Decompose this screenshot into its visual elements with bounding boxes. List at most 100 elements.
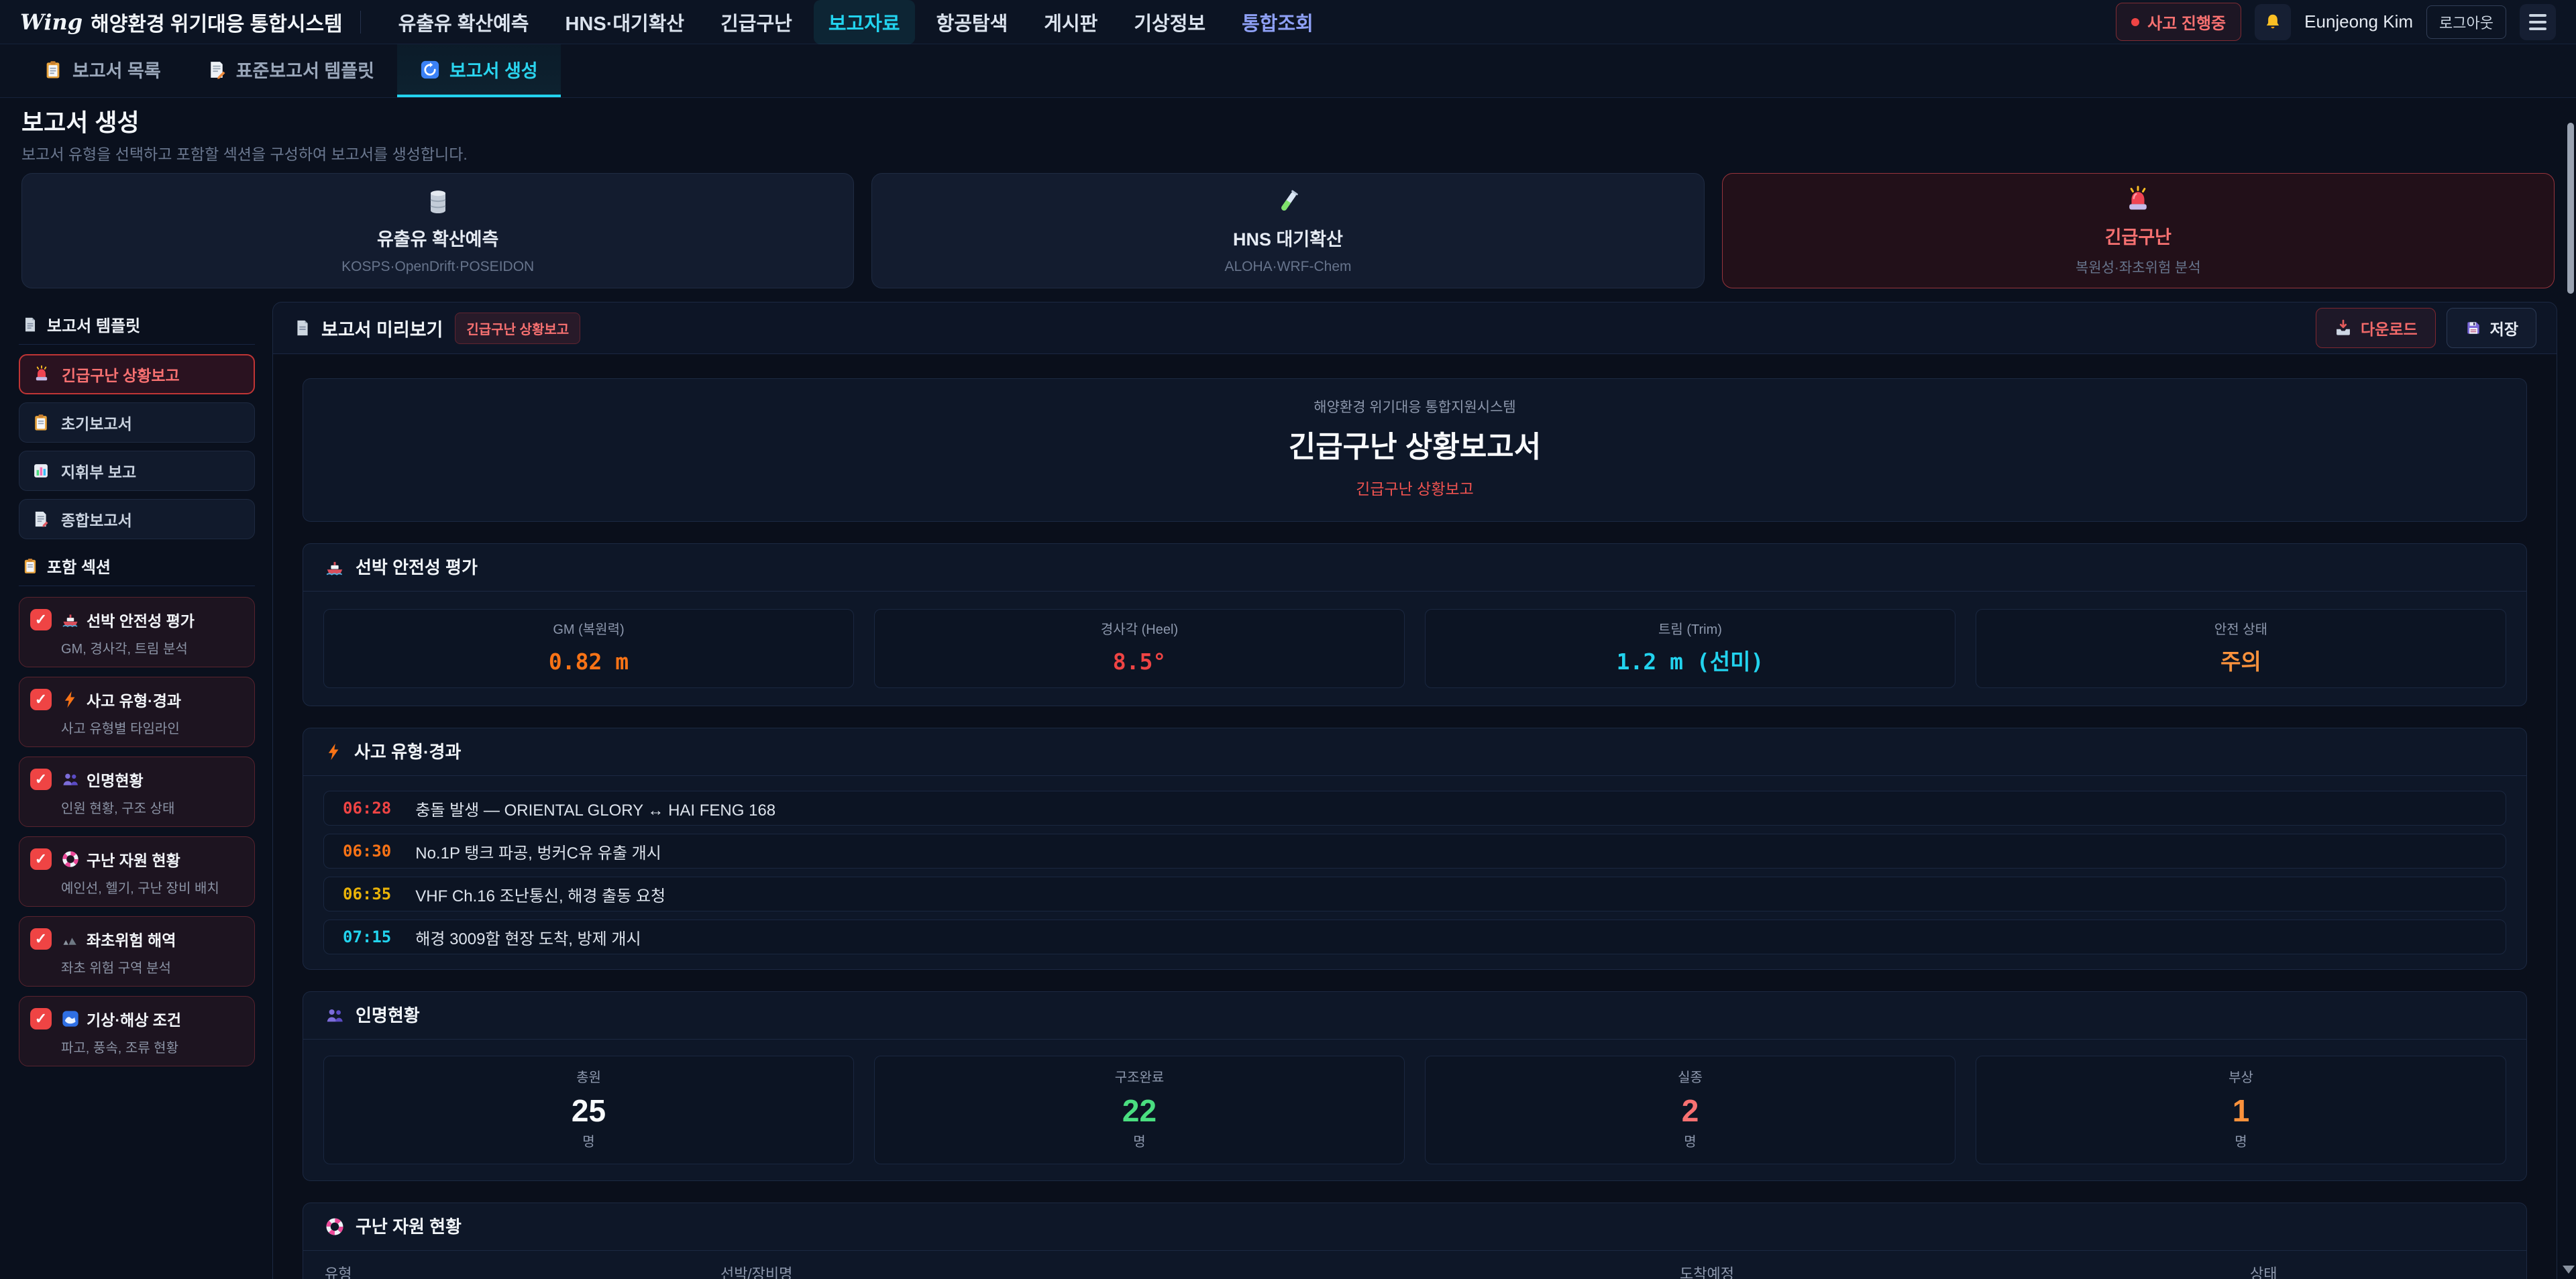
- scrollbar-thumb[interactable]: [2567, 123, 2574, 294]
- section-item-title: 기상·해상 조건: [87, 1007, 181, 1030]
- checkbox-checked[interactable]: ✓: [30, 848, 52, 870]
- tab-label: 보고서 목록: [72, 56, 161, 82]
- notifications-button[interactable]: [2255, 4, 2291, 40]
- type-card-subtitle: KOSPS·OpenDrift·POSEIDON: [341, 259, 534, 275]
- stat-label: 구조완료: [875, 1070, 1404, 1086]
- nav-item-reports[interactable]: 보고자료: [814, 0, 915, 44]
- casualty-missing: 실종 2 명: [1425, 1056, 1955, 1164]
- stat-unit: 명: [1976, 1134, 2506, 1150]
- nav-item-board[interactable]: 게시판: [1029, 0, 1112, 44]
- section-item-incident-timeline[interactable]: ✓ 사고 유형·경과 사고 유형별 타임라인: [19, 677, 255, 747]
- type-card-subtitle: ALOHA·WRF-Chem: [1224, 259, 1351, 275]
- tab-report-generate[interactable]: 보고서 생성: [397, 44, 561, 97]
- section-title: 인명현황: [356, 1005, 420, 1025]
- page-header: 보고서 생성 보고서 유형을 선택하고 포함할 섹션을 구성하여 보고서를 생성…: [0, 98, 2576, 173]
- lightning-icon: [61, 690, 80, 709]
- template-item-comprehensive-report[interactable]: 종합보고서: [19, 499, 255, 539]
- nav-item-oil-spill[interactable]: 유출유 확산예측: [384, 0, 544, 44]
- checkbox-checked[interactable]: ✓: [30, 689, 52, 710]
- section-casualties: 인명현황 총원 25 명 구조완료 22 명: [303, 991, 2527, 1181]
- stat-value: 1.2 m (선미): [1426, 649, 1955, 675]
- checkbox-checked[interactable]: ✓: [30, 769, 52, 790]
- tab-report-list[interactable]: 보고서 목록: [20, 44, 184, 97]
- section-item-desc: 파고, 풍속, 조류 현황: [61, 1037, 244, 1056]
- nav-item-weather[interactable]: 기상정보: [1119, 0, 1220, 44]
- app-logo: Wing 해양환경 위기대응 통합시스템: [20, 7, 343, 37]
- type-card-rescue[interactable]: 긴급구난 복원성·좌초위험 분석: [1722, 173, 2555, 288]
- stat-value: 8.5°: [875, 649, 1404, 675]
- bell-icon: [2263, 12, 2283, 32]
- lifebuoy-icon: [61, 850, 80, 869]
- timeline-event: 06:28 충돌 발생 — ORIENTAL GLORY ↔ HAI FENG …: [323, 791, 2506, 826]
- menu-button[interactable]: [2520, 4, 2556, 40]
- timeline-time: 06:35: [343, 885, 391, 903]
- type-card-hns[interactable]: HNS 대기확산 ALOHA·WRF-Chem: [871, 173, 1704, 288]
- stat-label: 부상: [1976, 1070, 2506, 1086]
- stat-label: 실종: [1426, 1070, 1955, 1086]
- siren-icon: [2123, 185, 2153, 215]
- stat-label: GM (복원력): [324, 622, 853, 638]
- incident-status-label: 사고 진행중: [2147, 10, 2226, 34]
- timeline-time: 06:30: [343, 842, 391, 860]
- section-incident-timeline: 사고 유형·경과 06:28 충돌 발생 — ORIENTAL GLORY ↔ …: [303, 728, 2527, 970]
- save-button[interactable]: 저장: [2447, 308, 2536, 348]
- stat-value: 0.82 m: [324, 649, 853, 675]
- incident-status-badge: 사고 진행중: [2116, 3, 2241, 41]
- resources-table: 유형 선박/장비명 도착예정 상태: [303, 1251, 2526, 1279]
- preview-type-badge: 긴급구난 상황보고: [455, 313, 580, 344]
- document-subtitle: 긴급구난 상황보고: [303, 480, 2526, 498]
- section-item-title: 구난 자원 현황: [87, 848, 180, 871]
- document-org: 해양환경 위기대응 통합지원시스템: [303, 399, 2526, 416]
- section-item-vessel-safety[interactable]: ✓ 선박 안전성 평가 GM, 경사각, 트림 분석: [19, 597, 255, 667]
- ship-icon: [325, 557, 345, 577]
- people-icon: [325, 1005, 345, 1025]
- logout-button[interactable]: 로그아웃: [2426, 5, 2506, 39]
- app-title: 해양환경 위기대응 통합시스템: [91, 7, 342, 37]
- resources-table-header: 유형 선박/장비명 도착예정 상태: [325, 1266, 2505, 1279]
- type-card-oil-spill[interactable]: 유출유 확산예측 KOSPS·OpenDrift·POSEIDON: [21, 173, 854, 288]
- lifebuoy-icon: [325, 1217, 345, 1237]
- section-title: 선박 안전성 평가: [356, 557, 478, 577]
- checkbox-checked[interactable]: ✓: [30, 1008, 52, 1030]
- save-floppy-icon: [2465, 319, 2482, 337]
- clipboard-icon: [43, 60, 63, 80]
- checkbox-checked[interactable]: ✓: [30, 928, 52, 950]
- sidebar: 보고서 템플릿 긴급구난 상황보고 초기보고서: [19, 302, 255, 1076]
- template-item-initial-report[interactable]: 초기보고서: [19, 402, 255, 443]
- template-item-emergency-report[interactable]: 긴급구난 상황보고: [19, 354, 255, 394]
- oil-drum-icon: [423, 187, 453, 217]
- preview-actions: 다운로드 저장: [2316, 308, 2536, 348]
- section-item-rescue-resources[interactable]: ✓ 구난 자원 현황 예인선, 헬기, 구난 장비 배치: [19, 836, 255, 907]
- save-label: 저장: [2490, 317, 2518, 339]
- timeline-event: 07:15 해경 3009함 현장 도착, 방제 개시: [323, 920, 2506, 954]
- section-item-grounding-risk[interactable]: ✓ 좌초위험 해역 좌초 위험 구역 분석: [19, 916, 255, 987]
- template-item-command-report[interactable]: 지휘부 보고: [19, 451, 255, 491]
- stat-trim: 트림 (Trim) 1.2 m (선미): [1425, 609, 1955, 688]
- section-item-weather-sea[interactable]: ✓ 기상·해상 조건 파고, 풍속, 조류 현황: [19, 996, 255, 1066]
- refresh-icon: [420, 60, 440, 80]
- report-preview-panel: 보고서 미리보기 긴급구난 상황보고 다운로드: [272, 302, 2557, 1279]
- casualty-rescued: 구조완료 22 명: [874, 1056, 1405, 1164]
- download-button[interactable]: 다운로드: [2316, 308, 2436, 348]
- section-rescue-resources: 구난 자원 현황 유형 선박/장비명 도착예정 상태: [303, 1203, 2527, 1279]
- tab-standard-templates[interactable]: 표준보고서 템플릿: [184, 44, 397, 97]
- nav-item-air-search[interactable]: 항공탐색: [922, 0, 1023, 44]
- checkbox-checked[interactable]: ✓: [30, 609, 52, 630]
- scrollbar-down-arrow[interactable]: [2563, 1266, 2575, 1274]
- timeline-event: 06:30 No.1P 탱크 파공, 벙커C유 유출 개시: [323, 834, 2506, 869]
- top-navbar: Wing 해양환경 위기대응 통합시스템 유출유 확산예측 HNS·대기확산 긴…: [0, 0, 2576, 44]
- type-card-subtitle: 복원성·좌초위험 분석: [2076, 257, 2201, 277]
- preview-header: 보고서 미리보기 긴급구난 상황보고 다운로드: [273, 302, 2557, 353]
- nav-item-integrated-search[interactable]: 통합조회: [1227, 0, 1328, 44]
- people-icon: [61, 770, 80, 789]
- logo-wing-mark: Wing: [20, 9, 83, 35]
- col-vessel-name: 선박/장비명: [720, 1266, 1680, 1279]
- nav-item-hns[interactable]: HNS·대기확산: [550, 0, 699, 44]
- preview-title-label: 보고서 미리보기: [321, 315, 443, 341]
- section-item-casualties[interactable]: ✓ 인명현황 인원 현황, 구조 상태: [19, 757, 255, 827]
- report-tabbar: 보고서 목록 표준보고서 템플릿 보고서 생성: [0, 44, 2576, 98]
- content-row: 보고서 템플릿 긴급구난 상황보고 초기보고서: [0, 302, 2576, 1279]
- timeline-text: VHF Ch.16 조난통신, 해경 출동 요청: [415, 883, 665, 906]
- nav-item-rescue[interactable]: 긴급구난: [706, 0, 807, 44]
- lightning-icon: [325, 742, 343, 761]
